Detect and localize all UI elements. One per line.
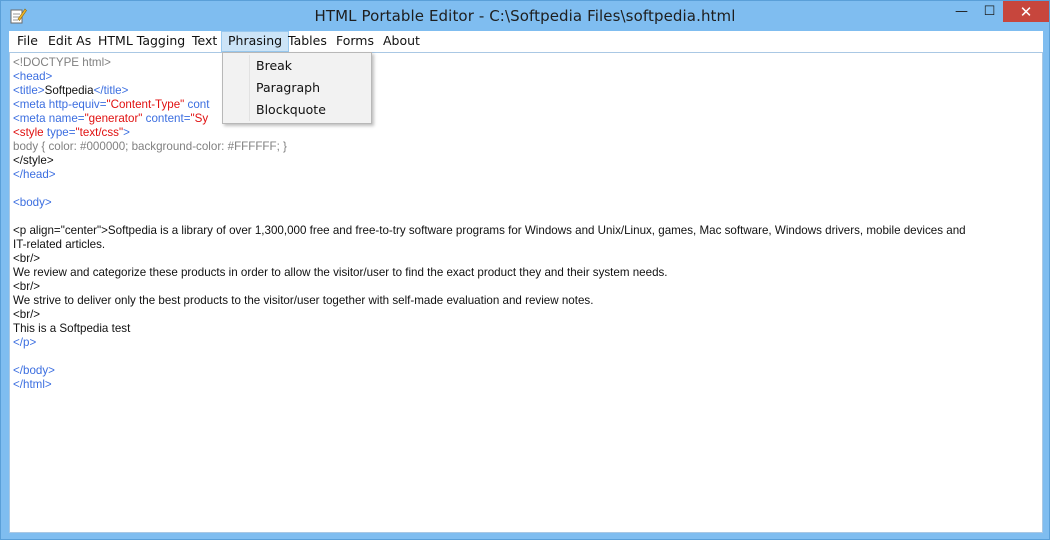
code-token: content= xyxy=(142,112,191,125)
code-token: We review and categorize these products … xyxy=(13,266,668,279)
code-line: We review and categorize these products … xyxy=(13,266,668,280)
code-token: > xyxy=(123,126,130,139)
menu-bar: File Edit As HTML Tagging Text Phrasing … xyxy=(9,31,1043,52)
code-line: <body> xyxy=(13,196,52,210)
code-token: "text/css" xyxy=(75,126,124,139)
code-line: IT-related articles. xyxy=(13,238,105,252)
code-token: <br/> xyxy=(13,252,41,265)
close-button[interactable]: ✕ xyxy=(1003,1,1049,22)
code-token: "generator" xyxy=(84,112,143,125)
code-editor[interactable]: <!DOCTYPE html> <head> <title>Softpedia</t… xyxy=(9,52,1043,533)
menu-text[interactable]: Text xyxy=(186,31,223,52)
code-token: cont xyxy=(184,98,210,111)
menu-item-paragraph[interactable]: Paragraph xyxy=(225,77,369,99)
code-token: <body> xyxy=(13,196,52,209)
code-token: http-equiv= xyxy=(48,98,107,111)
code-line: We strive to deliver only the best produ… xyxy=(13,294,593,308)
code-token: </style> xyxy=(13,154,54,167)
code-token: <meta xyxy=(13,112,49,125)
code-line: </p> xyxy=(13,336,36,350)
code-token: </p> xyxy=(13,336,37,349)
menu-phrasing[interactable]: Phrasing xyxy=(221,31,290,52)
window-title: HTML Portable Editor - C:\Softpedia File… xyxy=(314,7,736,25)
code-line: </head> xyxy=(13,168,56,182)
code-line: </html> xyxy=(13,378,52,392)
code-token: <br/> xyxy=(13,308,41,321)
code-token: IT-related articles. xyxy=(13,238,106,251)
code-line: <br/> xyxy=(13,280,40,294)
code-token: <p align="center">Softpedia is a library… xyxy=(13,224,966,237)
menu-html-tagging[interactable]: HTML Tagging xyxy=(92,31,191,52)
code-token: body { color: #000000; background-color:… xyxy=(13,140,287,153)
code-line: <style type="text/css"> xyxy=(13,126,130,140)
code-token: <style xyxy=(13,126,47,139)
menu-item-blockquote[interactable]: Blockquote xyxy=(225,99,369,121)
code-token: We strive to deliver only the best produ… xyxy=(13,294,594,307)
code-line: <title>Softpedia</title> xyxy=(13,84,128,98)
menu-about[interactable]: About xyxy=(377,31,426,52)
menu-edit-as[interactable]: Edit As xyxy=(42,31,97,52)
code-line: <!DOCTYPE html> xyxy=(13,56,111,70)
phrasing-dropdown-menu: Break Paragraph Blockquote xyxy=(222,52,372,124)
code-token: <!DOCTYPE html> xyxy=(13,56,111,69)
code-line: <head> xyxy=(13,70,52,84)
code-token: <meta xyxy=(13,98,49,111)
code-line: <br/> xyxy=(13,252,40,266)
code-token: type= xyxy=(46,126,76,139)
code-line: <meta name="generator" content="Sy xyxy=(13,112,208,126)
title-bar[interactable]: HTML Portable Editor - C:\Softpedia File… xyxy=(1,1,1049,31)
code-token: </html> xyxy=(13,378,52,391)
code-token: </head> xyxy=(13,168,56,181)
code-token: <title> xyxy=(13,84,45,97)
code-line: <p align="center">Softpedia is a library… xyxy=(13,224,966,238)
code-line: </body> xyxy=(13,364,55,378)
code-token: "Sy xyxy=(190,112,209,125)
code-token: Softpedia xyxy=(44,84,94,97)
menu-file[interactable]: File xyxy=(11,31,44,52)
menu-item-break[interactable]: Break xyxy=(225,55,369,77)
minimize-button[interactable]: — xyxy=(948,1,975,22)
code-token: This is a Softpedia test xyxy=(13,322,131,335)
code-line: <br/> xyxy=(13,308,40,322)
code-token: "Content-Type" xyxy=(106,98,185,111)
code-token: <head> xyxy=(13,70,53,83)
code-line: body { color: #000000; background-color:… xyxy=(13,140,287,154)
code-token: name= xyxy=(48,112,85,125)
code-line: </style> xyxy=(13,154,54,168)
menu-tables[interactable]: Tables xyxy=(282,31,333,52)
code-token: </body> xyxy=(13,364,55,377)
code-line: This is a Softpedia test xyxy=(13,322,130,336)
code-token: </title> xyxy=(93,84,129,97)
maximize-button[interactable]: ☐ xyxy=(976,1,1003,22)
app-window: HTML Portable Editor - C:\Softpedia File… xyxy=(0,0,1050,540)
menu-forms[interactable]: Forms xyxy=(330,31,380,52)
code-token: <br/> xyxy=(13,280,41,293)
